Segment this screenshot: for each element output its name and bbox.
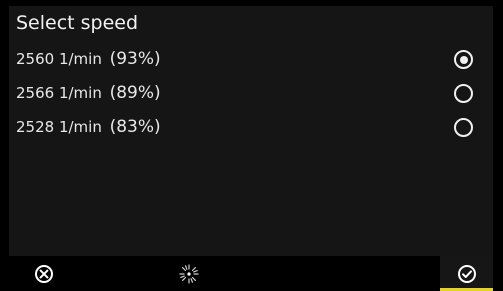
speed-list-panel: Select speed 2560 1/min (93%) 2566 1/min… [9, 6, 493, 256]
speed-option-row[interactable]: 2528 1/min (83%) [9, 110, 493, 144]
page-title: Select speed [16, 12, 139, 34]
speed-selection-screen: Select speed 2560 1/min (93%) 2566 1/min… [0, 0, 503, 291]
speed-percent: (89%) [109, 83, 161, 103]
close-circle-icon [34, 264, 54, 284]
speed-option-label: 2560 1/min (93%) [16, 49, 161, 69]
speed-option-label: 2566 1/min (89%) [16, 83, 161, 103]
speed-option-row[interactable]: 2560 1/min (93%) [9, 42, 493, 76]
speed-option-label: 2528 1/min (83%) [16, 117, 161, 137]
radio-dot [459, 55, 468, 64]
confirm-button[interactable] [440, 256, 493, 291]
speed-radio-selected[interactable] [454, 50, 473, 69]
speed-radio[interactable] [454, 118, 473, 137]
speed-value: 2560 1/min [16, 50, 102, 68]
footer-toolbar [9, 256, 493, 291]
busy-indicator [164, 256, 214, 291]
cancel-button[interactable] [19, 256, 69, 291]
speed-value: 2528 1/min [16, 118, 102, 136]
check-circle-icon [457, 264, 477, 284]
speed-percent: (93%) [109, 49, 161, 69]
speed-value: 2566 1/min [16, 84, 102, 102]
speed-radio[interactable] [454, 84, 473, 103]
loading-spinner-icon [178, 263, 200, 285]
speed-percent: (83%) [109, 117, 161, 137]
speed-option-row[interactable]: 2566 1/min (89%) [9, 76, 493, 110]
